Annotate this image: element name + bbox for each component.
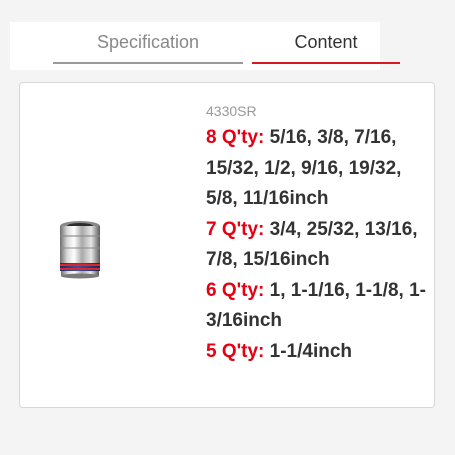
qty-group: 7 Q'ty: 3/4, 25/32, 13/16, 7/8, 15/16inc… (206, 215, 431, 276)
qty-group: 5 Q'ty: 1-1/4inch (206, 337, 431, 368)
tab-specification[interactable]: Specification (53, 22, 243, 64)
product-card: 4330SR 8 Q'ty: 5/16, 3/8, 7/16, 15/32, 1… (19, 82, 435, 408)
qty-label: 8 Q'ty: (206, 127, 265, 148)
qty-group: 6 Q'ty: 1, 1-1/16, 1-1/8, 1-3/16inch (206, 276, 431, 337)
qty-label: 5 Q'ty: (206, 340, 265, 362)
page: Specification Content 4330SR 8 Q'ty: 5/1… (0, 0, 455, 455)
qty-group: 8 Q'ty: 5/16, 3/8, 7/16, 15/32, 1/2, 9/1… (206, 123, 431, 215)
product-model: 4330SR (206, 103, 257, 119)
product-details: 4330SR 8 Q'ty: 5/16, 3/8, 7/16, 15/32, 1… (206, 101, 431, 367)
qty-label: 6 Q'ty: (206, 279, 265, 301)
chrome-socket-icon (60, 221, 100, 279)
tab-content[interactable]: Content (252, 22, 400, 64)
sizes-list: 1-1/4inch (269, 340, 353, 362)
qty-label: 7 Q'ty: (206, 218, 265, 240)
tab-bar: Specification Content (10, 22, 400, 70)
